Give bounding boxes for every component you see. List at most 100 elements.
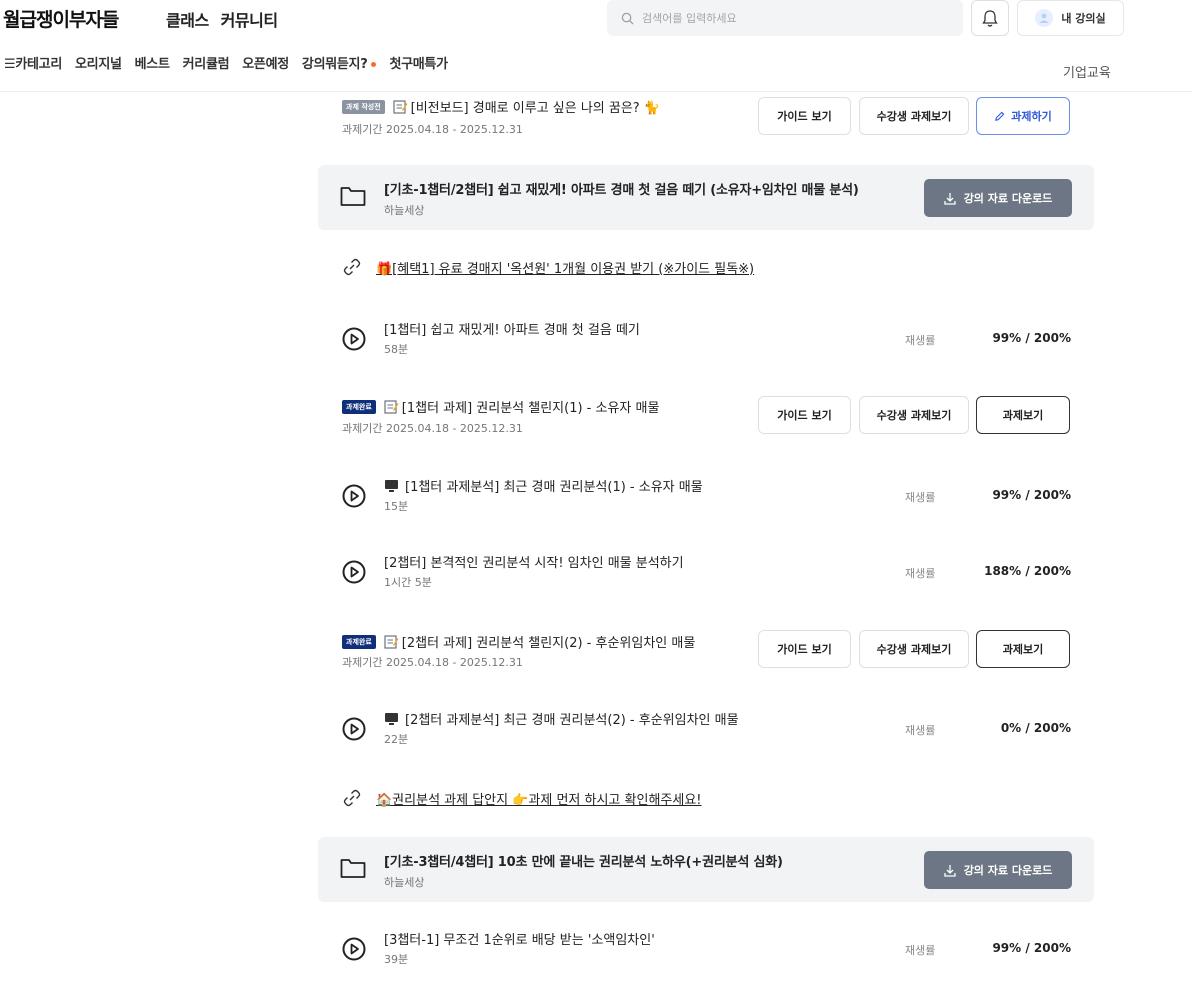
download-materials-button[interactable]: 강의 자료 다운로드 <box>924 851 1072 889</box>
memo-icon <box>393 99 408 114</box>
guide-button[interactable]: 가이드 보기 <box>758 630 851 668</box>
lesson-title: [1챕터] 쉽고 재밌게! 아파트 경매 첫 걸음 떼기 <box>384 323 640 338</box>
folder-icon <box>340 859 366 878</box>
replay-rate: 0% / 200% <box>1000 721 1071 735</box>
assignment-title-text[interactable]: [2챕터 과제] 권리분석 챌린지(2) - 후순위임차인 매물 <box>402 632 696 651</box>
status-badge: 과제 작성전 <box>342 99 385 114</box>
subnav-original[interactable]: 오리지널 <box>75 53 122 72</box>
search-input[interactable] <box>642 11 942 25</box>
corporate-link[interactable]: 기업교육 <box>1063 62 1111 81</box>
link-row[interactable]: 🏠권리분석 과제 답안지 👉과제 먼저 하시고 확인해주세요! <box>342 788 1118 808</box>
replay-label: 재생률 <box>905 944 936 957</box>
view-assignment-button[interactable]: 과제보기 <box>976 396 1070 434</box>
main-nav: 클래스 커뮤니티 <box>166 7 278 31</box>
lesson-duration: 58분 <box>384 343 409 356</box>
subnav-what-to-take[interactable]: 강의뭐듣지? <box>302 53 377 72</box>
nav-community[interactable]: 커뮤니티 <box>221 7 278 31</box>
chapter-instructor: 하늘세상 <box>384 204 425 217</box>
do-assignment-button[interactable]: 과제하기 <box>976 97 1070 135</box>
chapter-title: [기초-3챕터/4챕터] 10초 만에 끝내는 권리분석 노하우(+권리분석 심… <box>384 855 783 870</box>
memo-icon <box>384 634 399 649</box>
status-badge: 과제완료 <box>342 634 376 649</box>
nav-class[interactable]: 클래스 <box>166 7 209 31</box>
student-assignment-button[interactable]: 수강생 과제보기 <box>859 630 969 668</box>
monitor-icon <box>385 712 398 725</box>
play-icon[interactable] <box>342 327 366 351</box>
lesson-duration: 1시간 5분 <box>384 576 432 589</box>
play-icon[interactable] <box>342 717 366 741</box>
assignment-period: 과제기간 2025.04.18 - 2025.12.31 <box>342 656 523 669</box>
subnav-first-purchase[interactable]: 첫구매특가 <box>389 53 448 72</box>
lesson-title: [2챕터] 본격적인 권리분석 시작! 임차인 매물 분석하기 <box>384 556 684 571</box>
subnav-category[interactable]: ☰카테고리 <box>4 53 62 72</box>
play-icon[interactable] <box>342 560 366 584</box>
notification-button[interactable] <box>971 0 1009 36</box>
lesson-row[interactable]: [2챕터 과제분석] 최근 경매 권리분석(2) - 후순위임차인 매물 22분… <box>318 709 1094 749</box>
replay-rate: 188% / 200% <box>984 564 1071 578</box>
download-icon <box>944 192 956 205</box>
top-header: 월급쟁이부자들 클래스 커뮤니티 내 강의실 ☰카테고리 오리지널 베스트 커리… <box>0 0 1192 92</box>
link-text[interactable]: 🏠권리분석 과제 답안지 👉과제 먼저 하시고 확인해주세요! <box>376 789 702 808</box>
my-course-button[interactable]: 내 강의실 <box>1017 0 1124 36</box>
folder-icon <box>340 187 366 206</box>
my-course-label: 내 강의실 <box>1061 12 1106 25</box>
guide-button[interactable]: 가이드 보기 <box>758 97 851 135</box>
lesson-title: [1챕터 과제분석] 최근 경매 권리분석(1) - 소유자 매물 <box>384 476 703 495</box>
subnav-curriculum[interactable]: 커리큘럼 <box>183 53 230 72</box>
play-icon[interactable] <box>342 937 366 961</box>
lesson-title: [3챕터-1] 무조건 1순위로 배당 받는 '소액임차인' <box>384 933 655 948</box>
pencil-icon <box>995 111 1005 121</box>
assignment-title-text[interactable]: [1챕터 과제] 권리분석 챌린지(1) - 소유자 매물 <box>402 397 660 416</box>
lesson-duration: 39분 <box>384 953 409 966</box>
chapter-header: [기초-3챕터/4챕터] 10초 만에 끝내는 권리분석 노하우(+권리분석 심… <box>318 837 1094 902</box>
lesson-row[interactable]: [1챕터 과제분석] 최근 경매 권리분석(1) - 소유자 매물 15분 재생… <box>318 476 1094 516</box>
link-row[interactable]: 🎁[혜택1] 유료 경매지 '옥션원' 1개월 이용권 받기 (※가이드 필독※… <box>342 257 1118 277</box>
download-label: 강의 자료 다운로드 <box>963 192 1053 205</box>
chapter-instructor: 하늘세상 <box>384 876 425 889</box>
student-assignment-button[interactable]: 수강생 과제보기 <box>859 97 969 135</box>
link-text[interactable]: 🎁[혜택1] 유료 경매지 '옥션원' 1개월 이용권 받기 (※가이드 필독※… <box>376 258 754 277</box>
assignment-row: 과제완료 [1챕터 과제] 권리분석 챌린지(1) - 소유자 매물 과제기간 … <box>318 396 1094 437</box>
chapter-header: [기초-1챕터/2챕터] 쉽고 재밌게! 아파트 경매 첫 걸음 떼기 (소유자… <box>318 165 1094 230</box>
replay-rate: 99% / 200% <box>992 331 1071 345</box>
assignment-period: 과제기간 2025.04.18 - 2025.12.31 <box>342 422 523 435</box>
do-assignment-label: 과제하기 <box>1011 110 1052 123</box>
view-assignment-button[interactable]: 과제보기 <box>976 630 1070 668</box>
lesson-row[interactable]: [3챕터-1] 무조건 1순위로 배당 받는 '소액임차인' 39분 재생률 9… <box>318 929 1094 969</box>
avatar <box>1035 9 1054 27</box>
play-icon[interactable] <box>342 484 366 508</box>
site-logo[interactable]: 월급쟁이부자들 <box>3 5 119 32</box>
student-assignment-button[interactable]: 수강생 과제보기 <box>859 396 969 434</box>
download-materials-button[interactable]: 강의 자료 다운로드 <box>924 179 1072 217</box>
search-box[interactable] <box>607 0 963 36</box>
assignment-row: 과제 작성전 [비전보드] 경매로 이루고 싶은 나의 꿈은? 🐈 과제기간 2… <box>318 97 1094 137</box>
new-dot <box>371 62 377 67</box>
lesson-row[interactable]: [1챕터] 쉽고 재밌게! 아파트 경매 첫 걸음 떼기 58분 재생률 99%… <box>318 319 1094 359</box>
download-label: 강의 자료 다운로드 <box>963 864 1053 877</box>
assignment-title: 과제완료 [2챕터 과제] 권리분석 챌린지(2) - 후순위임차인 매물 <box>342 632 695 651</box>
monitor-icon <box>385 479 398 492</box>
replay-label: 재생률 <box>905 334 936 347</box>
download-icon <box>944 864 956 877</box>
search-icon <box>621 12 634 25</box>
assignment-row: 과제완료 [2챕터 과제] 권리분석 챌린지(2) - 후순위임차인 매물 과제… <box>318 630 1094 672</box>
replay-rate: 99% / 200% <box>992 488 1071 502</box>
subnav-best[interactable]: 베스트 <box>135 53 170 72</box>
guide-button[interactable]: 가이드 보기 <box>758 396 851 434</box>
lesson-row[interactable]: [2챕터] 본격적인 권리분석 시작! 임차인 매물 분석하기 1시간 5분 재… <box>318 552 1094 592</box>
assignment-period: 과제기간 2025.04.18 - 2025.12.31 <box>342 123 523 136</box>
sub-nav: ☰카테고리 오리지널 베스트 커리큘럼 오픈예정 강의뭐듣지? 첫구매특가 <box>4 53 448 72</box>
assignment-title: 과제완료 [1챕터 과제] 권리분석 챌린지(1) - 소유자 매물 <box>342 397 659 416</box>
lesson-title-text: [1챕터 과제분석] 최근 경매 권리분석(1) - 소유자 매물 <box>405 480 703 495</box>
subnav-upcoming[interactable]: 오픈예정 <box>242 53 289 72</box>
link-icon <box>343 258 361 276</box>
replay-label: 재생률 <box>905 491 936 504</box>
user-icon <box>1039 13 1049 23</box>
lesson-duration: 15분 <box>384 500 409 513</box>
assignment-title-text[interactable]: [비전보드] 경매로 이루고 싶은 나의 꿈은? 🐈 <box>411 97 660 116</box>
memo-icon <box>384 399 399 414</box>
lesson-title-text: [2챕터 과제분석] 최근 경매 권리분석(2) - 후순위임차인 매물 <box>405 713 739 728</box>
link-icon <box>343 789 361 807</box>
lesson-title: [2챕터 과제분석] 최근 경매 권리분석(2) - 후순위임차인 매물 <box>384 709 739 728</box>
chapter-title: [기초-1챕터/2챕터] 쉽고 재밌게! 아파트 경매 첫 걸음 떼기 (소유자… <box>384 183 859 198</box>
